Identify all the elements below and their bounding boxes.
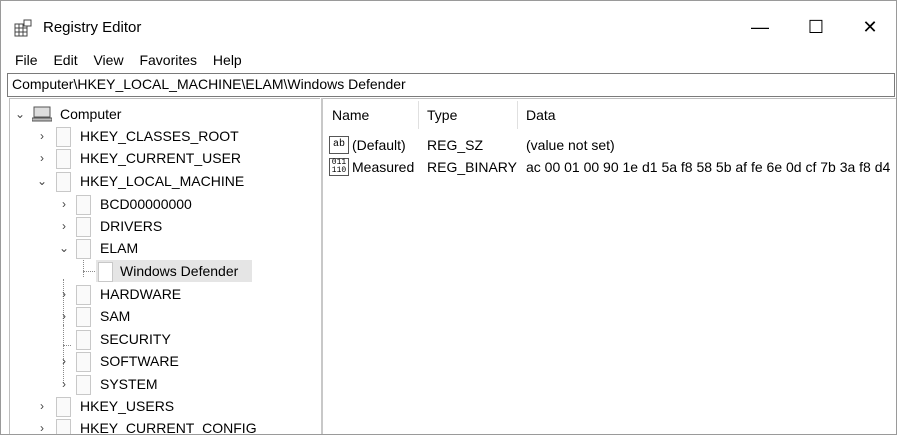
value-name: Measured bbox=[352, 159, 415, 175]
chevron-right-icon[interactable]: › bbox=[36, 422, 48, 434]
tree-node-label: HKEY_CLASSES_ROOT bbox=[80, 128, 239, 144]
values-list-pane[interactable]: Name Type Data ab (Default) REG_SZ (valu… bbox=[323, 98, 896, 434]
tree-node-label: HARDWARE bbox=[100, 286, 182, 302]
folder-icon bbox=[76, 307, 91, 327]
address-path: Computer\HKEY_LOCAL_MACHINE\ELAM\Windows… bbox=[12, 76, 406, 92]
column-divider[interactable] bbox=[418, 101, 419, 129]
tree-node-label: ELAM bbox=[100, 240, 139, 256]
menu-favorites[interactable]: Favorites bbox=[139, 49, 197, 71]
folder-icon bbox=[56, 127, 71, 147]
value-row[interactable]: ab (Default) REG_SZ (value not set) bbox=[323, 134, 896, 156]
chevron-right-icon[interactable]: › bbox=[58, 355, 70, 367]
folder-icon bbox=[56, 419, 71, 434]
folder-icon bbox=[98, 262, 113, 282]
tree-node-label: Computer bbox=[60, 106, 122, 122]
folder-icon bbox=[76, 375, 91, 395]
menu-view[interactable]: View bbox=[93, 49, 123, 71]
column-divider[interactable] bbox=[517, 101, 518, 129]
value-row[interactable]: 011 110 Measured REG_BINARY ac 00 01 00 … bbox=[323, 156, 896, 178]
folder-icon bbox=[76, 352, 91, 372]
folder-icon bbox=[76, 285, 91, 305]
tree-connector bbox=[63, 345, 71, 346]
tree-node-label: SOFTWARE bbox=[100, 353, 179, 369]
chevron-down-icon[interactable]: ⌄ bbox=[58, 242, 70, 254]
tree-node-label: HKEY_CURRENT_CONFIG bbox=[80, 420, 257, 435]
registry-editor-window: Registry Editor — ☐ ✕ File Edit View Fav… bbox=[0, 0, 897, 435]
column-header-name[interactable]: Name bbox=[332, 107, 369, 123]
computer-icon bbox=[32, 106, 52, 122]
chevron-right-icon[interactable]: › bbox=[58, 378, 70, 390]
registry-editor-icon bbox=[14, 19, 32, 37]
maximize-button[interactable]: ☐ bbox=[788, 9, 844, 45]
tree-node-label: BCD00000000 bbox=[100, 196, 192, 212]
chevron-right-icon[interactable]: › bbox=[58, 310, 70, 322]
key-tree-pane[interactable]: ⌄ Computer › HKEY_CLASSES_ROOT › HKEY_CU… bbox=[9, 98, 320, 435]
tree-node-label: SYSTEM bbox=[100, 376, 158, 392]
menu-file[interactable]: File bbox=[15, 49, 38, 71]
folder-icon bbox=[56, 397, 71, 417]
folder-icon bbox=[56, 149, 71, 169]
window-title: Registry Editor bbox=[43, 19, 142, 36]
chevron-right-icon[interactable]: › bbox=[36, 400, 48, 412]
tree-node-label: SAM bbox=[100, 308, 131, 324]
chevron-right-icon[interactable]: › bbox=[36, 130, 48, 142]
tree-node-label: DRIVERS bbox=[100, 218, 163, 234]
menu-help[interactable]: Help bbox=[213, 49, 242, 71]
value-name: (Default) bbox=[352, 137, 406, 153]
close-button[interactable]: ✕ bbox=[842, 9, 896, 45]
menu-edit[interactable]: Edit bbox=[53, 49, 77, 71]
folder-icon bbox=[76, 217, 91, 237]
column-header-data[interactable]: Data bbox=[526, 107, 556, 123]
chevron-right-icon[interactable]: › bbox=[58, 220, 70, 232]
folder-icon bbox=[56, 172, 71, 192]
chevron-down-icon[interactable]: ⌄ bbox=[36, 175, 48, 187]
tree-connector bbox=[83, 271, 97, 272]
string-value-icon: ab bbox=[329, 136, 349, 154]
folder-icon bbox=[76, 330, 91, 350]
minimize-button[interactable]: — bbox=[732, 9, 788, 45]
column-header-type[interactable]: Type bbox=[427, 107, 457, 123]
value-data: (value not set) bbox=[526, 137, 615, 153]
binary-value-icon: 011 110 bbox=[329, 158, 349, 176]
value-type: REG_SZ bbox=[427, 137, 484, 153]
tree-node-label: SECURITY bbox=[100, 331, 171, 347]
folder-icon bbox=[76, 239, 91, 259]
menu-bar: File Edit View Favorites Help bbox=[1, 49, 896, 71]
value-data: ac 00 01 00 90 1e d1 5a f8 58 5b af fe 6… bbox=[526, 159, 891, 175]
tree-node-label: HKEY_LOCAL_MACHINE bbox=[80, 173, 245, 189]
chevron-right-icon[interactable]: › bbox=[58, 288, 70, 300]
chevron-right-icon[interactable]: › bbox=[58, 198, 70, 210]
title-bar: Registry Editor — ☐ ✕ bbox=[1, 1, 896, 45]
chevron-right-icon[interactable]: › bbox=[36, 152, 48, 164]
address-bar[interactable]: Computer\HKEY_LOCAL_MACHINE\ELAM\Windows… bbox=[7, 73, 895, 97]
value-type: REG_BINARY bbox=[427, 159, 517, 175]
tree-node-label: Windows Defender bbox=[120, 263, 239, 279]
tree-node-label: HKEY_CURRENT_USER bbox=[80, 150, 242, 166]
folder-icon bbox=[76, 195, 91, 215]
tree-node-label: HKEY_USERS bbox=[80, 398, 175, 414]
chevron-down-icon[interactable]: ⌄ bbox=[14, 108, 26, 120]
